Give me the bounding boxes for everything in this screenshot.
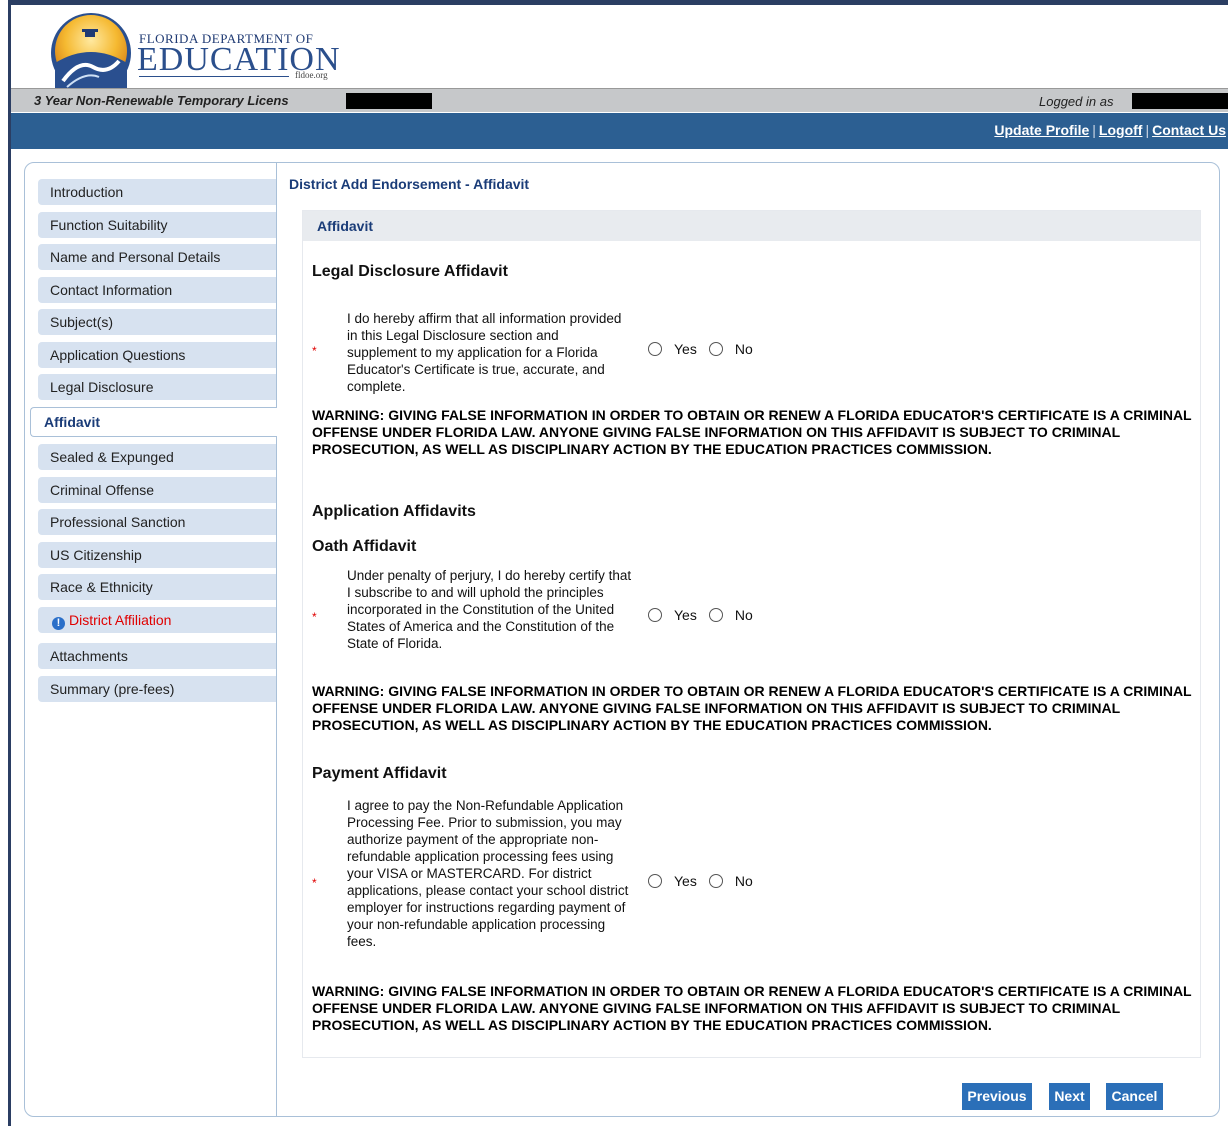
no-label: No (734, 873, 753, 889)
sidebar-item-function-suitability[interactable]: Function Suitability (38, 212, 276, 238)
oath-no-radio[interactable] (708, 608, 723, 622)
application-title: 3 Year Non-Renewable Temporary Licens (34, 93, 289, 108)
sidebar-item-name-and-personal-details[interactable]: Name and Personal Details (38, 244, 276, 270)
sidebar-item-label: Subject(s) (50, 314, 114, 330)
sidebar-item-legal-disclosure[interactable]: Legal Disclosure (38, 374, 276, 400)
fldoe-logo[interactable]: FLORIDA DEPARTMENT OF EDUCATION fldoe.or… (49, 11, 349, 95)
application-title-bar: 3 Year Non-Renewable Temporary Licens Lo… (11, 88, 1228, 112)
left-window-border (8, 0, 11, 1126)
cancel-button[interactable]: Cancel (1106, 1083, 1163, 1110)
sidebar-item-label: Professional Sanction (50, 514, 186, 530)
sidebar-item-label: US Citizenship (50, 547, 142, 563)
sidebar-item-label: Criminal Offense (50, 482, 155, 498)
sidebar-item-label: Summary (pre-fees) (50, 681, 175, 697)
sidebar-item-affidavit[interactable]: Affidavit (30, 407, 277, 437)
fldoe-seal-icon (51, 13, 131, 95)
panel-title: Affidavit (303, 211, 1200, 241)
sidebar-item-professional-sanction[interactable]: Professional Sanction (38, 509, 276, 535)
legal-disclosure-no-radio[interactable] (708, 342, 723, 356)
link-separator: | (1145, 122, 1150, 138)
yes-label: Yes (674, 341, 697, 357)
legal-disclosure-radio-group: Yes No (648, 341, 765, 357)
application-affidavits-heading: Application Affidavits (312, 503, 476, 520)
sidebar-item-attachments[interactable]: Attachments (38, 643, 276, 669)
sidebar-item-label: Application Questions (50, 347, 186, 363)
sidebar-item-label: District Affiliation (69, 612, 172, 628)
sidebar-item-introduction[interactable]: Introduction (38, 179, 276, 205)
sidebar-item-label: Sealed & Expunged (50, 449, 174, 465)
sidebar-divider (276, 162, 277, 1117)
payment-affidavit-heading: Payment Affidavit (312, 765, 447, 782)
payment-affidavit-text: I agree to pay the Non-Refundable Applic… (347, 798, 629, 949)
yes-label: Yes (674, 607, 697, 623)
sidebar-item-race-ethnicity[interactable]: Race & Ethnicity (38, 574, 276, 600)
sidebar-item-label: Introduction (50, 184, 124, 200)
sidebar-item-contact-information[interactable]: Contact Information (38, 277, 276, 303)
sidebar-item-label: Name and Personal Details (50, 249, 221, 265)
sidebar-item-label: Attachments (50, 648, 128, 664)
page-title: District Add Endorsement - Affidavit (289, 176, 530, 192)
warning-text: WARNING: GIVING FALSE INFORMATION IN ORD… (312, 683, 1192, 733)
logo-rule (139, 76, 289, 77)
payment-radio-group: Yes No (648, 873, 765, 889)
previous-button[interactable]: Previous (962, 1083, 1032, 1110)
required-marker: * (312, 610, 317, 624)
sidebar-item-district-affiliation[interactable]: ! District Affiliation (38, 607, 276, 633)
payment-yes-radio[interactable] (648, 874, 662, 888)
next-button[interactable]: Next (1049, 1083, 1090, 1110)
required-marker: * (312, 344, 317, 358)
sidebar-item-subjects[interactable]: Subject(s) (38, 309, 276, 335)
required-marker: * (312, 876, 317, 890)
sidebar-item-label: Affidavit (44, 414, 100, 430)
sidebar-item-summary-pre-fees[interactable]: Summary (pre-fees) (38, 676, 276, 702)
logged-in-label: Logged in as (1039, 94, 1114, 109)
oath-affidavit-heading: Oath Affidavit (312, 538, 417, 555)
link-separator: | (1092, 122, 1096, 138)
logo-url: fldoe.org (295, 70, 328, 80)
account-links: Update Profile | Logoff | Contact Us (994, 122, 1226, 138)
legal-disclosure-yes-radio[interactable] (648, 342, 662, 356)
legal-disclosure-affidavit-text: I do hereby affirm that all information … (347, 311, 622, 394)
payment-no-radio[interactable] (708, 874, 723, 888)
sidebar-item-sealed-expunged[interactable]: Sealed & Expunged (38, 444, 276, 470)
sidebar-item-label: Legal Disclosure (50, 379, 154, 395)
redacted-text (346, 93, 432, 109)
no-label: No (734, 607, 753, 623)
warning-text: WARNING: GIVING FALSE INFORMATION IN ORD… (312, 983, 1192, 1033)
top-nav-bar: Update Profile | Logoff | Contact Us (11, 113, 1228, 149)
legal-disclosure-heading: Legal Disclosure Affidavit (312, 263, 508, 280)
warning-text: WARNING: GIVING FALSE INFORMATION IN ORD… (312, 407, 1192, 457)
sidebar-item-label: Contact Information (50, 282, 173, 298)
site-header: FLORIDA DEPARTMENT OF EDUCATION fldoe.or… (11, 0, 1228, 95)
sidebar-item-label: Function Suitability (50, 217, 168, 233)
yes-label: Yes (674, 873, 697, 889)
info-icon: ! (52, 617, 65, 630)
update-profile-link[interactable]: Update Profile (994, 122, 1089, 138)
sidebar-item-us-citizenship[interactable]: US Citizenship (38, 542, 276, 568)
no-label: No (734, 341, 753, 357)
oath-affidavit-text: Under penalty of perjury, I do hereby ce… (347, 568, 632, 651)
contact-us-link[interactable]: Contact Us (1152, 122, 1226, 138)
sidebar-item-application-questions[interactable]: Application Questions (38, 342, 276, 368)
sidebar-item-criminal-offense[interactable]: Criminal Offense (38, 477, 276, 503)
redacted-username (1132, 93, 1228, 109)
logoff-link[interactable]: Logoff (1099, 122, 1143, 138)
sidebar-item-label: Race & Ethnicity (50, 579, 153, 595)
oath-yes-radio[interactable] (648, 608, 662, 622)
oath-radio-group: Yes No (648, 607, 765, 623)
